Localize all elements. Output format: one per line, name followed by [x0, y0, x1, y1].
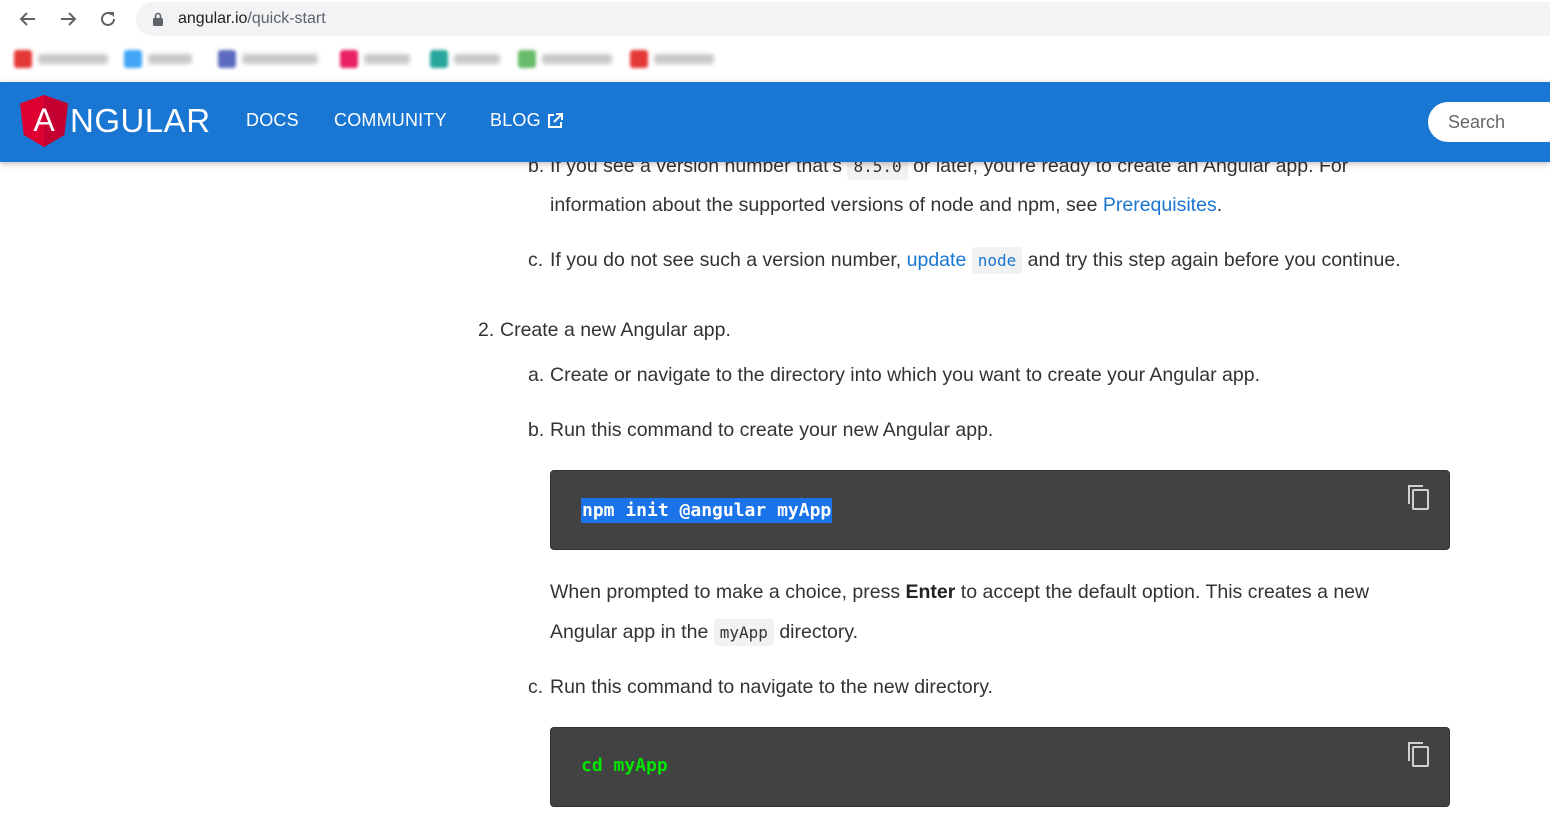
address-bar[interactable]: angular.io/quick-start — [136, 2, 1550, 36]
url-path: /quick-start — [247, 10, 326, 27]
list-marker: c. — [528, 249, 544, 271]
list-marker: c. — [528, 676, 544, 698]
bookmark-item[interactable] — [218, 48, 318, 70]
copy-icon[interactable] — [1405, 740, 1431, 770]
bookmark-item[interactable] — [518, 48, 612, 70]
reload-icon[interactable] — [94, 5, 122, 33]
text: If you see a version number that's — [550, 162, 843, 177]
angular-header: A NGULAR DOCS COMMUNITY BLOG — [0, 82, 1550, 162]
text: information about the supported versions… — [550, 194, 1098, 216]
list-marker: a. — [528, 364, 545, 386]
prompt-line1: When prompted to make a choice, press En… — [550, 578, 1369, 606]
step1b-line1: If you see a version number that's 8.5.0… — [550, 162, 1348, 181]
angular-logo[interactable]: A NGULAR — [20, 95, 211, 147]
node-code-link[interactable]: node — [971, 247, 1023, 274]
svg-text:A: A — [33, 102, 55, 138]
prompt-line2: Angular app in the myApp directory. — [550, 618, 858, 647]
step1b-line2: information about the supported versions… — [550, 191, 1222, 219]
bookmark-item[interactable] — [340, 48, 410, 70]
inline-code: myApp — [713, 619, 774, 646]
list-marker: b. — [528, 162, 545, 177]
step1c-line: If you do not see such a version number,… — [550, 246, 1401, 275]
text: to accept the default option. This creat… — [960, 581, 1370, 603]
angular-shield-icon: A — [20, 95, 68, 147]
nav-docs[interactable]: DOCS — [246, 110, 299, 131]
update-node-link[interactable]: update — [907, 249, 967, 271]
text: directory. — [779, 621, 859, 643]
bookmark-item[interactable] — [124, 48, 192, 70]
text: and try this step again before you conti… — [1027, 249, 1401, 271]
back-arrow-icon[interactable] — [14, 5, 42, 33]
lock-icon — [153, 12, 163, 26]
text: If you do not see such a version number, — [550, 249, 902, 271]
step2b-text: Run this command to create your new Angu… — [550, 419, 994, 441]
enter-key-text: Enter — [905, 581, 956, 603]
bookmark-item[interactable] — [14, 48, 108, 70]
step2c-text: Run this command to navigate to the new … — [550, 676, 993, 698]
code-npm-init[interactable]: npm init @angular myApp — [581, 498, 833, 523]
step2a-text: Create or navigate to the directory into… — [550, 364, 1260, 386]
search-input[interactable] — [1428, 102, 1550, 142]
text: . — [1216, 194, 1223, 216]
url-domain: angular.io — [178, 10, 248, 27]
text: or later, you're ready to create an Angu… — [913, 162, 1349, 177]
copy-icon[interactable] — [1405, 483, 1431, 513]
nav-community[interactable]: COMMUNITY — [334, 110, 447, 131]
main-content: b. If you see a version number that's 8.… — [0, 162, 1550, 815]
list-marker: b. — [528, 419, 545, 441]
bookmark-item[interactable] — [630, 48, 714, 70]
angular-wordmark: NGULAR — [70, 102, 211, 139]
bookmarks-bar — [0, 40, 1550, 78]
browser-toolbar: angular.io/quick-start — [0, 0, 1550, 38]
code-block-npm-init: npm init @angular myApp — [550, 470, 1450, 550]
text: When prompted to make a choice, press — [550, 581, 901, 603]
bookmark-item[interactable] — [430, 48, 500, 70]
code-cd-myapp[interactable]: cd myApp — [581, 755, 668, 776]
forward-arrow-icon[interactable] — [54, 5, 82, 33]
external-link-icon — [547, 112, 563, 128]
text: Angular app in the — [550, 621, 709, 643]
step2-title: Create a new Angular app. — [500, 319, 731, 341]
prerequisites-link[interactable]: Prerequisites — [1103, 194, 1217, 216]
inline-code: 8.5.0 — [847, 162, 908, 180]
nav-blog-label: BLOG — [490, 110, 541, 130]
nav-blog[interactable]: BLOG — [490, 110, 563, 131]
url-text: angular.io/quick-start — [178, 10, 326, 28]
code-block-cd: cd myApp — [550, 727, 1450, 807]
list-marker: 2. — [478, 319, 495, 341]
